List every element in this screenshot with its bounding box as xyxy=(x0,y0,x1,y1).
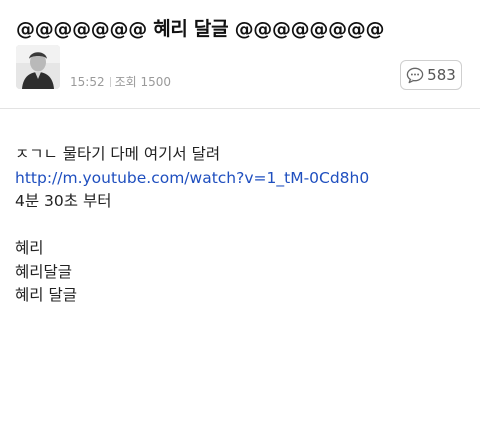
body-line: 혜리 xyxy=(15,239,44,257)
comment-button[interactable]: 583 xyxy=(400,60,462,90)
avatar-image xyxy=(16,45,60,89)
post-time: 15:52 xyxy=(70,75,105,89)
post-title: @@@@@@@ 혜리 달글 @@@@@@@@ xyxy=(16,18,385,40)
author-name-redacted xyxy=(70,52,180,66)
meta-divider xyxy=(109,77,111,87)
post-body: ㅈㄱㄴ 물타기 다메 여기서 달려 http://m.youtube.com/w… xyxy=(15,143,470,308)
post-header: @@@@@@@ 혜리 달글 @@@@@@@@ 15:52 조회 1500 583 xyxy=(0,0,480,109)
body-line: ㅈㄱㄴ 물타기 다메 여기서 달려 xyxy=(15,145,221,163)
body-line: 4분 30초 부터 xyxy=(15,192,112,210)
post-meta: 15:52 조회 1500 xyxy=(70,73,171,90)
youtube-link[interactable]: http://m.youtube.com/watch?v=1_tM-0Cd8h0 xyxy=(15,169,369,187)
view-count: 조회 1500 xyxy=(114,75,172,89)
comment-count: 583 xyxy=(427,66,456,84)
body-line: 혜리달글 xyxy=(15,262,73,281)
body-line: 혜리 달글 xyxy=(15,286,77,304)
avatar[interactable] xyxy=(16,45,60,89)
speech-bubble-icon xyxy=(406,67,424,83)
